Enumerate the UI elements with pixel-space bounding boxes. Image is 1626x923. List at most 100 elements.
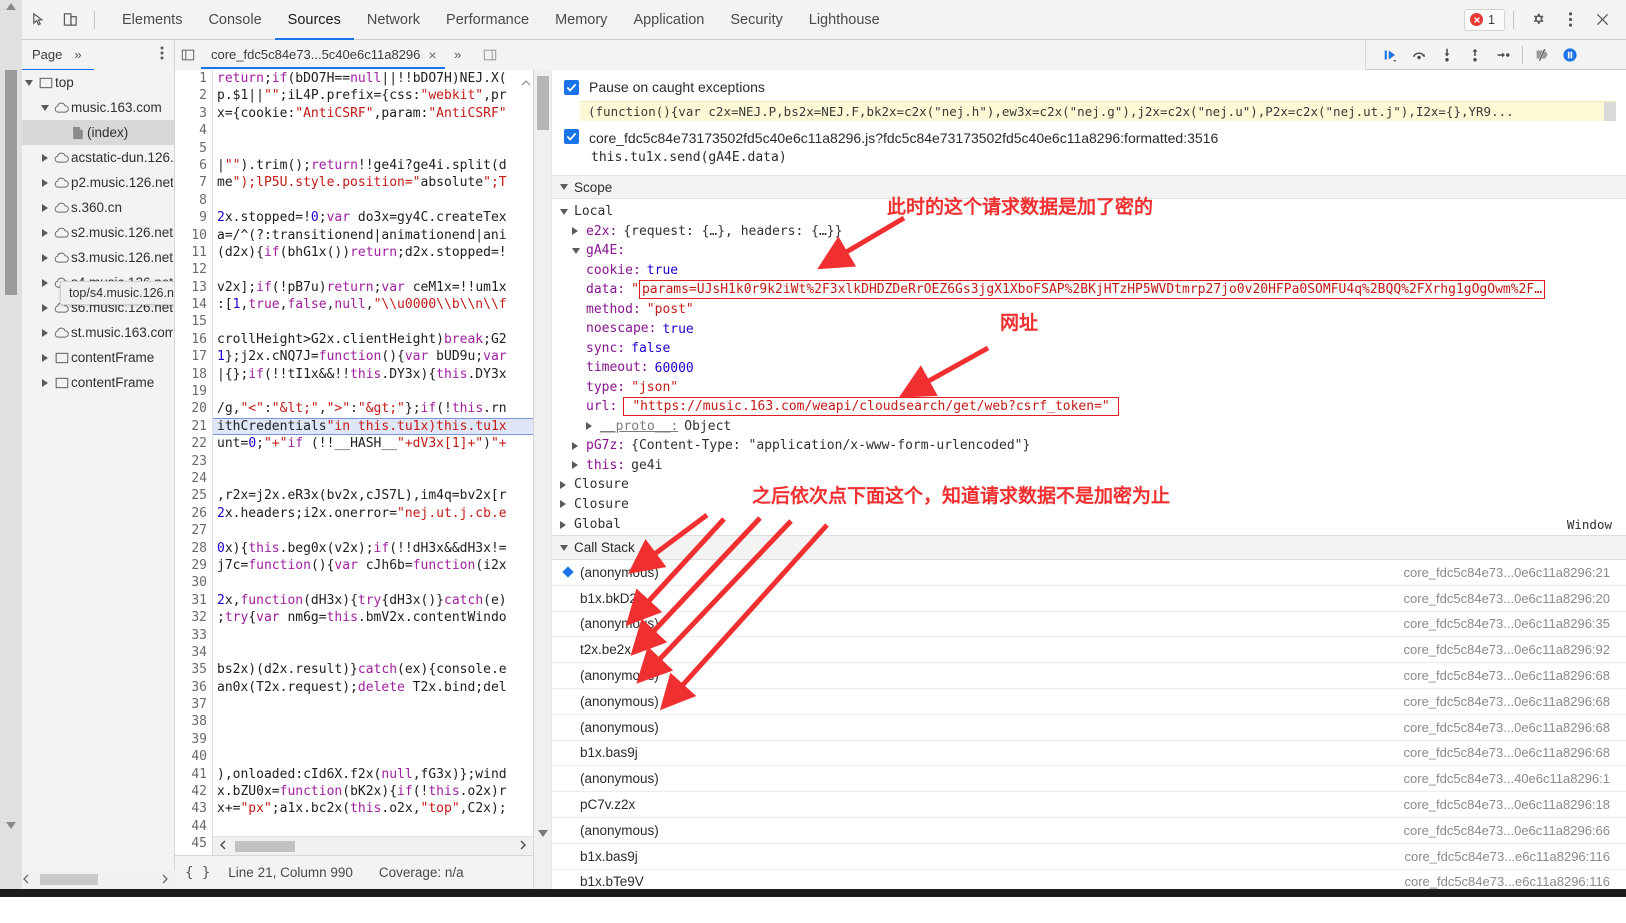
code-line[interactable]: (d2x){if(bhG1x())return;d2x.stopped=! [213,244,533,261]
code-line[interactable]: ;try{var nm6g=this.bmV2x.contentWindo [213,609,533,626]
code-line[interactable] [213,383,533,400]
code-line[interactable]: 2x.headers;i2x.onerror="nej.ut.j.cb.e [213,505,533,522]
code-line[interactable]: j7c=function(){var cJh6b=function(i2x [213,557,533,574]
tree-item-p2-music-126-net[interactable]: p2.music.126.net [22,170,174,195]
code-line[interactable] [213,644,533,661]
code-line[interactable]: bs2x)(d2x.result)}catch(ex){console.e [213,661,533,678]
code-line[interactable]: |"").trim();return!!ge4i?ge4i.split(d [213,157,533,174]
scope-prop-method[interactable]: method: "post" [552,300,1626,320]
chevron-right-icon[interactable] [572,227,586,236]
scope-var-e2x[interactable]: e2x: {request: {…}, headers: {…}} [552,222,1626,242]
tree-item-acstatic-dun-126-net[interactable]: acstatic-dun.126.net [22,145,174,170]
resume-script-execution-button[interactable] [1378,42,1404,68]
editor-hscroll-thumb[interactable] [235,840,295,852]
scope-prop-timeout[interactable]: timeout: 60000 [552,358,1626,378]
chevron-right-icon[interactable] [38,203,52,212]
pause-on-caught-exceptions-checkbox[interactable] [564,79,579,95]
code-line[interactable] [213,731,533,748]
navigator-hscroll-thumb[interactable] [40,874,98,885]
tree-item-st-music-163-com[interactable]: st.music.163.com [22,320,174,345]
pause-on-exceptions-button[interactable] [1557,42,1583,68]
chevron-right-icon[interactable] [38,153,52,162]
chevron-down-icon[interactable] [22,79,36,86]
tab-elements[interactable]: Elements [109,1,195,40]
tab-lighthouse[interactable]: Lighthouse [796,1,893,40]
chevron-right-icon[interactable] [38,228,52,237]
gear-icon[interactable] [1524,6,1552,34]
call-stack-row[interactable]: pC7v.z2x core_fdc5c84e73...0e6c11a8296:18 [552,792,1626,818]
scroll-down-arrow-icon[interactable] [6,822,16,829]
code-line[interactable]: 2x,function(dH3x){try{dH3x()}catch(e) [213,592,533,609]
breakpoint-entry[interactable]: core_fdc5c84e73173502fd5c40e6c11a8296.js… [552,121,1626,165]
tab-application[interactable]: Application [620,1,717,40]
error-count-badge[interactable]: 1 [1464,8,1505,31]
code-line[interactable] [213,574,533,591]
call-stack-row[interactable]: t2x.be2x core_fdc5c84e73...0e6c11a8296:92 [552,637,1626,664]
chevron-down-icon[interactable] [572,247,586,254]
inspect-element-icon[interactable] [24,6,52,34]
code-line[interactable]: x+="px";a1x.bc2x(this.o2x,"top",C2x); [213,800,533,817]
tree-item-s-360-cn[interactable]: s.360.cn [22,195,174,220]
pretty-print-braces-icon[interactable]: { } [185,865,210,881]
scroll-left-arrow-icon[interactable] [22,871,30,889]
tab-network[interactable]: Network [354,1,433,40]
source-code-editor[interactable]: 1 2 3 4 5 6 7 8 9 10 11 12 13 14 15 16 17 18 19 20 21 22 23 24 2… [175,70,534,855]
close-icon[interactable]: × [428,47,436,63]
scroll-left-arrow-icon[interactable] [219,837,227,855]
scroll-down-arrow-icon[interactable] [538,830,548,837]
expand-panel-icon[interactable] [477,40,503,70]
call-stack-row[interactable]: (anonymous) core_fdc5c84e73...40e6c11a829… [552,766,1626,793]
code-line[interactable]: crollHeight>G2x.clientHeight)break;G2 [213,331,533,348]
code-line[interactable]: ),onloaded:cId6X.f2x(null,fG3x)};wind [213,766,533,783]
call-stack-section-header[interactable]: Call Stack [552,535,1626,560]
step-out-of-current-function-button[interactable] [1462,42,1488,68]
code-line[interactable] [213,192,533,209]
tree-item-s2-music-126-net[interactable]: s2.music.126.net [22,220,174,245]
chevron-right-icon[interactable] [38,353,52,362]
editor-tabs-overflow-chevron[interactable]: » [445,40,471,70]
navigator-vertical-scrollbar[interactable] [0,70,22,870]
tab-security[interactable]: Security [717,1,795,40]
code-line[interactable] [213,627,533,644]
scope-section-header[interactable]: Scope [552,175,1626,199]
chevron-right-icon[interactable] [38,178,52,187]
scope-prop-noescape[interactable]: noescape: true [552,319,1626,339]
code-line[interactable] [213,261,533,278]
editor-code-area[interactable]: return;if(bDO7H==null||!!bDO7H)NEJ.X(p.$… [213,70,533,855]
chevron-right-icon[interactable] [586,422,600,431]
scope-prop-data[interactable]: data: " params=UJsH1k0r9k2iWt%2F3xlkDHDZDe… [552,280,1612,300]
scope-var-gA4E[interactable]: gA4E: [552,241,1626,261]
scroll-up-arrow-icon[interactable] [6,2,16,10]
chevron-down-icon[interactable] [38,104,52,111]
scope-closure-2[interactable]: Closure [552,495,1626,515]
code-line[interactable] [213,522,533,539]
tree-item-contentframe[interactable]: contentFrame [22,370,174,395]
call-stack-row[interactable]: (anonymous) core_fdc5c84e73...0e6c11a8296… [552,560,1626,586]
scope-var-this[interactable]: this: ge4i [552,456,1626,476]
navigator-more-options-icon[interactable] [160,46,164,63]
chevron-right-icon[interactable] [572,441,586,450]
code-line[interactable] [213,453,533,470]
pause-on-caught-exceptions-row[interactable]: Pause on caught exceptions [552,74,1626,100]
code-line[interactable] [213,696,533,713]
call-stack-row[interactable]: (anonymous) core_fdc5c84e73...0e6c11a8296… [552,818,1626,844]
code-line[interactable]: a=/^(?:transitionend|animationend|ani [213,227,533,244]
chevron-right-icon[interactable] [560,500,574,509]
scope-proto-row[interactable]: __proto__: Object [552,417,1626,437]
code-line[interactable] [213,313,533,330]
editor-vertical-scroll-up-arrow[interactable] [521,74,531,92]
chevron-right-icon[interactable] [38,378,52,387]
close-icon[interactable] [1588,6,1616,34]
scope-local-row[interactable]: Local [552,202,1626,222]
step-into-next-function-call-button[interactable] [1434,42,1460,68]
call-stack-row[interactable]: b1x.bas9j core_fdc5c84e73...0e6c11a8296:6… [552,741,1626,767]
code-line[interactable]: :[1,true,false,null,"\\u0000\\b\\n\\f [213,296,533,313]
step-over-next-function-call-button[interactable] [1406,42,1432,68]
code-line[interactable]: v2x];if(!pB7u)return;var ceM1x=!!um1x [213,279,533,296]
tree-item-contentframe[interactable]: contentFrame [22,345,174,370]
call-stack-row[interactable]: (anonymous) core_fdc5c84e73...0e6c11a8296… [552,612,1626,638]
chevron-right-icon[interactable] [38,328,52,337]
code-line[interactable] [213,140,533,157]
code-line[interactable] [213,818,533,835]
navigator-scroll-thumb[interactable] [5,70,17,295]
